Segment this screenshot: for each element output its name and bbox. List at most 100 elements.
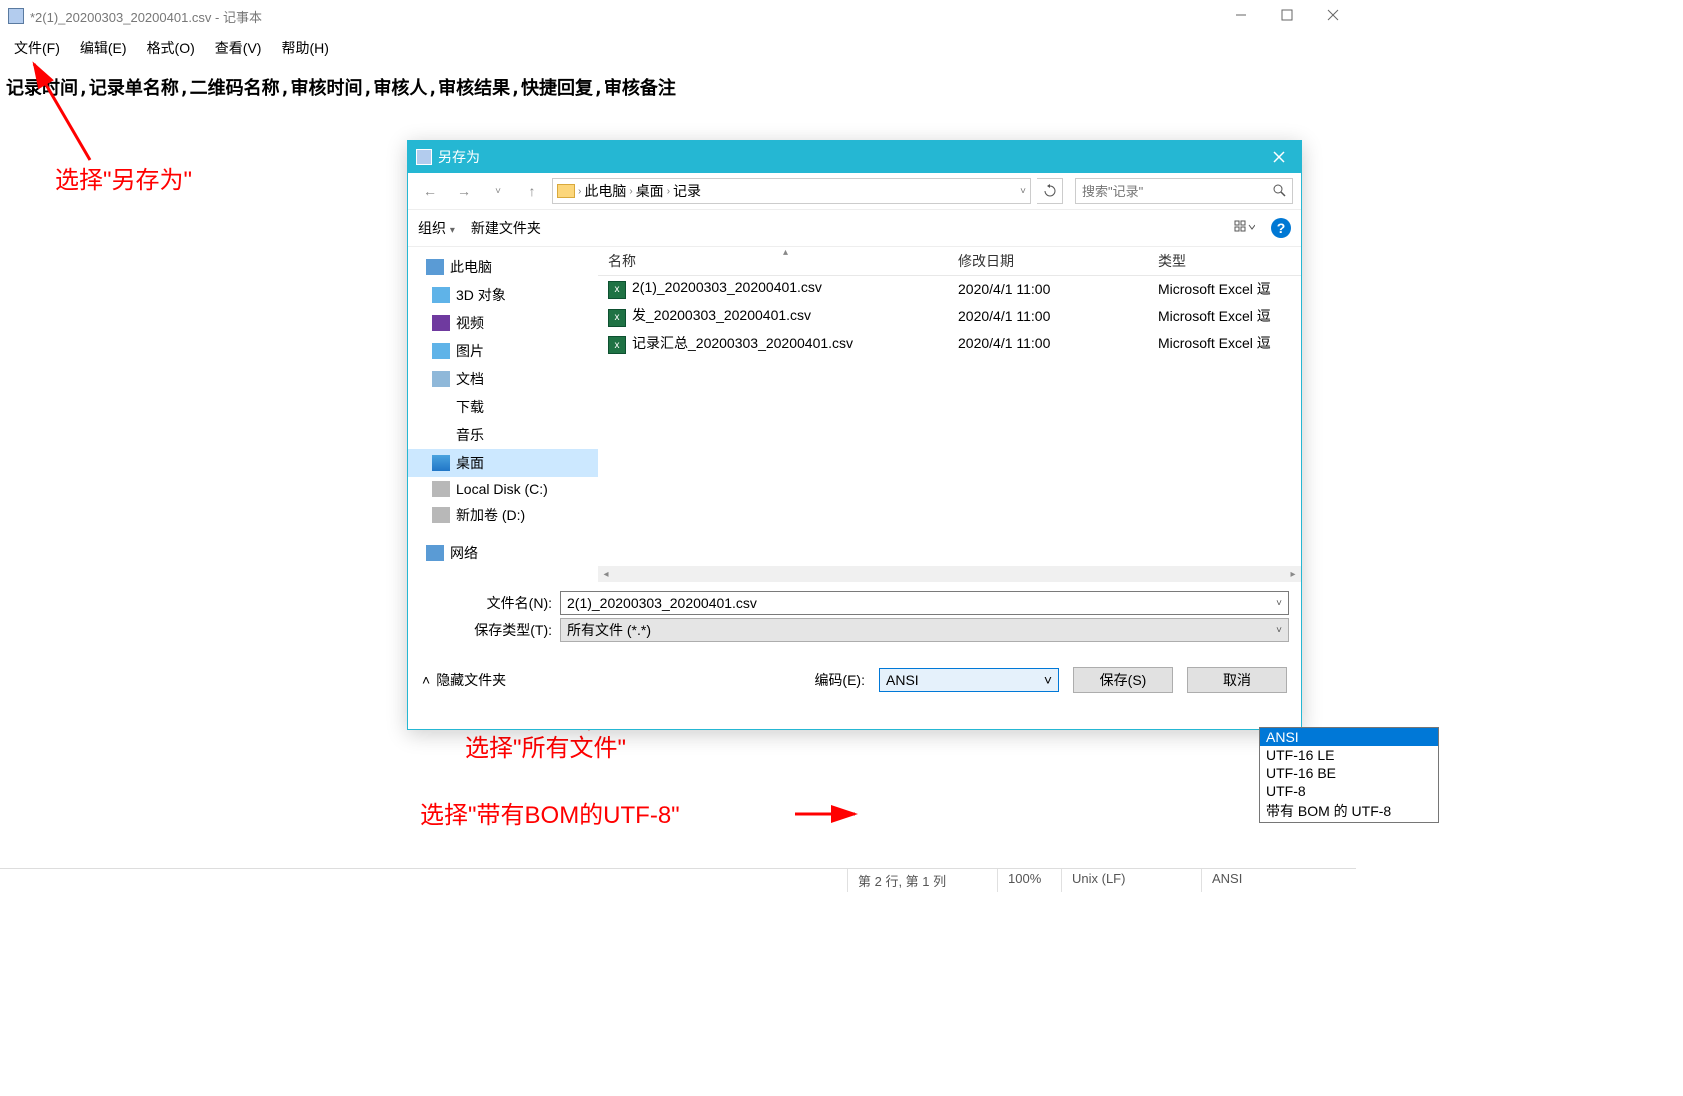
notepad-statusbar: 第 2 行, 第 1 列 100% Unix (LF) ANSI: [0, 868, 1356, 892]
net-icon: [426, 545, 444, 561]
search-icon[interactable]: [1272, 183, 1286, 200]
music-icon: [432, 427, 450, 443]
breadcrumb-item[interactable]: 桌面: [636, 181, 664, 201]
menu-view[interactable]: 查看(V): [205, 36, 272, 60]
encoding-option[interactable]: UTF-16 BE: [1260, 764, 1438, 782]
menu-help[interactable]: 帮助(H): [271, 36, 338, 60]
chevron-right-icon: ›: [578, 186, 581, 197]
file-list-header: ▴名称 修改日期 类型: [598, 247, 1301, 276]
cancel-button[interactable]: 取消: [1187, 667, 1287, 693]
status-encoding: ANSI: [1201, 869, 1356, 892]
tree-item[interactable]: Local Disk (C:): [408, 477, 598, 501]
excel-icon: x: [608, 336, 626, 354]
notepad-menubar: 文件(F) 编辑(E) 格式(O) 查看(V) 帮助(H): [0, 32, 1356, 64]
dialog-titlebar: 另存为: [408, 141, 1301, 173]
saveas-dialog: 另存为 ← → ˅ ↑ › 此电脑 › 桌面 › 记录 ˅: [407, 140, 1302, 730]
chevron-down-icon[interactable]: ˅: [1020, 186, 1026, 197]
tree-item[interactable]: 图片: [408, 337, 598, 365]
tree-item[interactable]: 网络: [408, 539, 598, 567]
close-button[interactable]: [1310, 0, 1356, 30]
minimize-button[interactable]: [1218, 0, 1264, 30]
help-icon[interactable]: ?: [1271, 218, 1291, 238]
annotation-text-3: 选择"带有BOM的UTF-8": [420, 795, 680, 830]
encoding-select[interactable]: ANSI ˅: [879, 668, 1059, 692]
nav-up-button[interactable]: ↑: [518, 177, 546, 205]
dialog-icon: [416, 149, 432, 165]
status-zoom: 100%: [997, 869, 1061, 892]
tree-item[interactable]: 视频: [408, 309, 598, 337]
scroll-left-icon[interactable]: ◂: [598, 569, 614, 580]
chevron-up-icon: ˄: [422, 672, 430, 688]
3d-icon: [432, 287, 450, 303]
refresh-button[interactable]: [1037, 178, 1063, 204]
breadcrumb-item[interactable]: 记录: [673, 181, 701, 201]
notepad-titlebar: *2(1)_20200303_20200401.csv - 记事本: [0, 0, 1356, 32]
filename-input[interactable]: 2(1)_20200303_20200401.csv ˅: [560, 591, 1289, 615]
chevron-right-icon: ›: [667, 186, 670, 197]
dialog-fields: 文件名(N): 2(1)_20200303_20200401.csv ˅ 保存类…: [408, 582, 1301, 651]
annotation-text-1: 选择"另存为": [55, 160, 192, 195]
window-title: *2(1)_20200303_20200401.csv - 记事本: [30, 7, 1348, 26]
breadcrumb-bar[interactable]: › 此电脑 › 桌面 › 记录 ˅: [552, 178, 1031, 204]
encoding-dropdown-popup: ANSIUTF-16 LEUTF-16 BEUTF-8带有 BOM 的 UTF-…: [1259, 727, 1439, 823]
scroll-right-icon[interactable]: ▸: [1285, 569, 1301, 580]
encoding-option[interactable]: 带有 BOM 的 UTF-8: [1260, 800, 1438, 822]
newfolder-button[interactable]: 新建文件夹: [471, 218, 541, 238]
video-icon: [432, 315, 450, 331]
tree-item[interactable]: 文档: [408, 365, 598, 393]
folder-tree[interactable]: 此电脑3D 对象视频图片文档下载音乐桌面Local Disk (C:)新加卷 (…: [408, 247, 598, 582]
view-options-button[interactable]: [1233, 219, 1255, 238]
tree-item[interactable]: 音乐: [408, 421, 598, 449]
tree-item[interactable]: 新加卷 (D:): [408, 501, 598, 529]
status-position: 第 2 行, 第 1 列: [847, 869, 997, 892]
tree-item[interactable]: 此电脑: [408, 253, 598, 281]
status-lineend: Unix (LF): [1061, 869, 1201, 892]
horizontal-scrollbar[interactable]: ◂ ▸: [598, 566, 1301, 582]
folder-icon: [557, 184, 575, 198]
breadcrumb-item[interactable]: 此电脑: [584, 181, 626, 201]
maximize-button[interactable]: [1264, 0, 1310, 30]
tree-item[interactable]: 桌面: [408, 449, 598, 477]
chevron-down-icon: ˅: [1044, 672, 1052, 688]
dialog-title: 另存为: [438, 147, 1259, 167]
chevron-down-icon[interactable]: ˅: [1276, 598, 1282, 609]
search-input[interactable]: [1082, 184, 1266, 199]
file-row[interactable]: x发_20200303_20200401.csv2020/4/1 11:00Mi…: [598, 302, 1301, 330]
search-box[interactable]: [1075, 178, 1293, 204]
organize-button[interactable]: 组织 ▾: [418, 218, 455, 238]
file-list: ▴名称 修改日期 类型 x2(1)_20200303_20200401.csv2…: [598, 247, 1301, 582]
disk-icon: [432, 507, 450, 523]
nav-recent-button[interactable]: ˅: [484, 177, 512, 205]
dialog-footer: ˄ 隐藏文件夹 编码(E): ANSI ˅ 保存(S) 取消: [408, 651, 1301, 705]
menu-format[interactable]: 格式(O): [137, 36, 205, 60]
doc-icon: [432, 371, 450, 387]
excel-icon: x: [608, 281, 626, 299]
save-button[interactable]: 保存(S): [1073, 667, 1173, 693]
column-date[interactable]: 修改日期: [958, 251, 1158, 271]
file-row[interactable]: x记录汇总_20200303_20200401.csv2020/4/1 11:0…: [598, 330, 1301, 358]
tree-item[interactable]: 3D 对象: [408, 281, 598, 309]
sort-up-icon: ▴: [783, 247, 788, 258]
dialog-toolbar: 组织 ▾ 新建文件夹 ?: [408, 209, 1301, 247]
nav-forward-button[interactable]: →: [450, 177, 478, 205]
pic-icon: [432, 343, 450, 359]
tree-item[interactable]: 下载: [408, 393, 598, 421]
encoding-option[interactable]: UTF-8: [1260, 782, 1438, 800]
savetype-select[interactable]: 所有文件 (*.*) ˅: [560, 618, 1289, 642]
dl-icon: [432, 399, 450, 415]
disk-icon: [432, 481, 450, 497]
pc-icon: [426, 259, 444, 275]
notepad-editor[interactable]: 记录时间,记录单名称,二维码名称,审核时间,审核人,审核结果,快捷回复,审核备注: [0, 64, 1356, 110]
file-row[interactable]: x2(1)_20200303_20200401.csv2020/4/1 11:0…: [598, 276, 1301, 302]
filename-label: 文件名(N):: [420, 593, 560, 613]
menu-file[interactable]: 文件(F): [4, 36, 70, 60]
column-type[interactable]: 类型: [1158, 251, 1291, 271]
hide-folders-toggle[interactable]: ˄ 隐藏文件夹: [422, 670, 506, 690]
encoding-option[interactable]: UTF-16 LE: [1260, 746, 1438, 764]
menu-edit[interactable]: 编辑(E): [70, 36, 137, 60]
dialog-close-button[interactable]: [1259, 142, 1299, 172]
encoding-option[interactable]: ANSI: [1260, 728, 1438, 746]
column-name[interactable]: ▴名称: [608, 251, 958, 271]
savetype-label: 保存类型(T):: [420, 620, 560, 640]
nav-back-button[interactable]: ←: [416, 177, 444, 205]
